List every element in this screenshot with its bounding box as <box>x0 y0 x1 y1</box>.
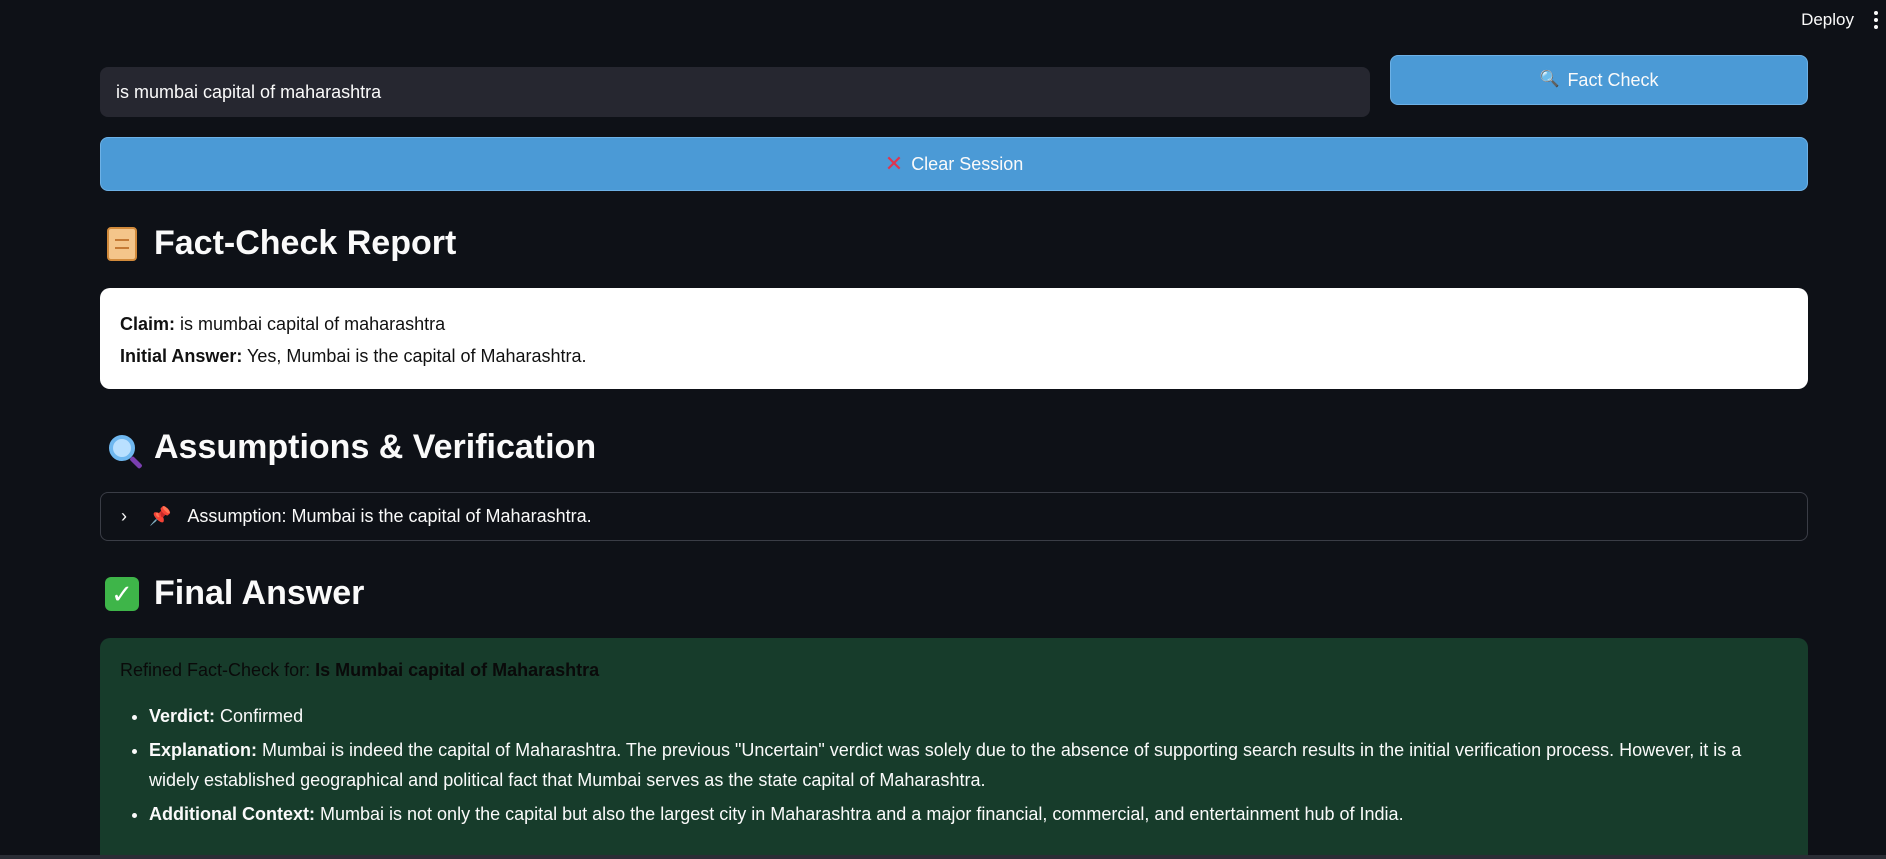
report-card: Claim: is mumbai capital of maharashtra … <box>100 288 1808 389</box>
final-title-prefix: Refined Fact-Check for: <box>120 660 311 680</box>
app-page: Deploy 🔍 Fact Check ✕ Clear Session Fact… <box>0 0 1886 859</box>
claim-line: Claim: is mumbai capital of maharashtra <box>120 308 1788 340</box>
initial-answer-label: Initial Answer: <box>120 346 243 366</box>
magnifier-icon: 🔍 <box>1539 71 1560 88</box>
list-item: Additional Context: Mumbai is not only t… <box>149 799 1788 829</box>
initial-answer-value: Yes, Mumbai is the capital of Maharashtr… <box>247 346 587 366</box>
report-heading-text: Fact-Check Report <box>154 224 457 262</box>
bottom-divider <box>0 855 1886 859</box>
chevron-right-icon: › <box>121 506 127 526</box>
deploy-button[interactable]: Deploy <box>1801 10 1854 30</box>
scroll-icon <box>104 226 140 262</box>
top-toolbar: Deploy <box>1801 0 1886 40</box>
final-answer-heading: ✓ Final Answer <box>104 574 364 613</box>
additional-context-text: Mumbai is not only the capital but also … <box>320 804 1404 824</box>
claim-label: Claim: <box>120 314 176 334</box>
list-item: Verdict: Confirmed <box>149 701 1788 731</box>
final-answer-heading-text: Final Answer <box>154 574 365 612</box>
pushpin-icon: 📌 <box>149 506 172 526</box>
final-answer-list: Verdict: Confirmed Explanation: Mumbai i… <box>120 701 1788 829</box>
final-answer-card: Refined Fact-Check for: Is Mumbai capita… <box>100 638 1808 859</box>
clear-session-button[interactable]: ✕ Clear Session <box>100 137 1808 191</box>
assumption-expander[interactable]: › 📌 Assumption: Mumbai is the capital of… <box>100 492 1808 541</box>
claim-input[interactable] <box>100 67 1370 117</box>
clear-session-label: Clear Session <box>911 153 1024 174</box>
initial-answer-line: Initial Answer: Yes, Mumbai is the capit… <box>120 340 1788 372</box>
explanation-label: Explanation: <box>149 740 258 760</box>
cross-mark-icon: ✕ <box>884 151 904 176</box>
final-title-value: Is Mumbai capital of Maharashtra <box>315 660 600 680</box>
verdict-label: Verdict: <box>149 706 216 726</box>
additional-context-label: Additional Context: <box>149 804 315 824</box>
fact-check-button[interactable]: 🔍 Fact Check <box>1390 55 1808 105</box>
claim-value: is mumbai capital of maharashtra <box>180 314 446 334</box>
verdict-text: Confirmed <box>220 706 304 726</box>
check-mark-icon: ✓ <box>104 576 140 612</box>
main-menu-icon[interactable] <box>1872 7 1880 33</box>
fact-check-label: Fact Check <box>1567 69 1659 90</box>
list-item: Explanation: Mumbai is indeed the capita… <box>149 735 1788 795</box>
assumption-label: Assumption: Mumbai is the capital of Mah… <box>187 506 592 526</box>
magnifier-icon <box>104 430 140 466</box>
explanation-text: Mumbai is indeed the capital of Maharash… <box>149 740 1742 790</box>
final-answer-title: Refined Fact-Check for: Is Mumbai capita… <box>120 660 1788 681</box>
assumptions-heading-text: Assumptions & Verification <box>154 428 597 466</box>
report-heading: Fact-Check Report <box>104 224 456 263</box>
assumptions-heading: Assumptions & Verification <box>104 428 596 467</box>
